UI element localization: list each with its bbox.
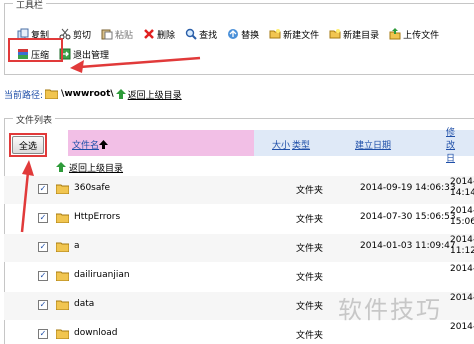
row-checkbox[interactable]: ✓ bbox=[38, 271, 48, 281]
table-row[interactable]: ✓ HttpErrors 文件夹 2014-07-30 15:06:53 201… bbox=[4, 205, 474, 233]
path-up-link[interactable]: 返回上级目录 bbox=[128, 88, 182, 101]
file-created: 2014-07-30 15:06:53 bbox=[360, 212, 456, 222]
up-directory-row[interactable]: 返回上级目录 bbox=[56, 160, 123, 174]
file-type: 文件夹 bbox=[296, 331, 324, 341]
replace-label: 替换 bbox=[241, 30, 260, 41]
file-name: download bbox=[74, 328, 118, 338]
paste-label: 粘贴 bbox=[115, 30, 134, 41]
file-modified-time: 15:06: bbox=[450, 217, 474, 227]
path-label: 当前路径: bbox=[4, 90, 44, 101]
file-type: 文件夹 bbox=[296, 302, 324, 312]
toolbar-legend: 工具栏 bbox=[13, 0, 47, 11]
new-folder-button[interactable]: 新建目录 bbox=[329, 28, 379, 41]
file-modified-date: 2014- bbox=[450, 177, 474, 187]
file-modified: 2014- bbox=[450, 293, 474, 304]
file-created: 2014-01-03 11:09:47 bbox=[360, 241, 456, 251]
sort-arrow-icon bbox=[99, 139, 109, 149]
upload-icon bbox=[389, 28, 401, 40]
file-modified-date: 2014- bbox=[450, 293, 474, 303]
up-arrow-icon bbox=[56, 162, 66, 172]
delete-x-icon bbox=[143, 28, 155, 40]
replace-icon bbox=[227, 28, 239, 40]
logout-button[interactable]: 退出管理 bbox=[59, 48, 109, 61]
cut-label: 剪切 bbox=[73, 30, 92, 41]
search-button[interactable]: 查找 bbox=[185, 28, 217, 41]
table-row[interactable]: ✓ 360safe 文件夹 2014-09-19 14:06:33 2014- 1… bbox=[4, 176, 474, 204]
toolbar-row-1: 复制 剪切 粘贴 删除 查找 替换 新建文件 新建目录 上传文件 bbox=[17, 26, 449, 42]
file-created: 2014-09-19 14:06:33 bbox=[360, 183, 456, 193]
watermark: 软件技巧 bbox=[338, 296, 442, 324]
file-modified-date: 2014- bbox=[450, 264, 474, 274]
folder-icon bbox=[56, 329, 69, 339]
compress-highlight-box bbox=[8, 38, 63, 62]
paste-icon bbox=[101, 28, 113, 40]
file-table-header: 文件名 大小 类型 建立日期 修改日 bbox=[0, 128, 460, 164]
table-row[interactable]: ✓ dailiruanjian 文件夹 2014- bbox=[4, 263, 474, 291]
path-root: \wwwroot\ bbox=[61, 89, 114, 99]
logout-label: 退出管理 bbox=[73, 50, 110, 61]
new-folder-label: 新建目录 bbox=[343, 30, 380, 41]
paste-button[interactable]: 粘贴 bbox=[101, 28, 133, 41]
col-name[interactable]: 文件名 bbox=[72, 132, 109, 156]
upload-button[interactable]: 上传文件 bbox=[389, 28, 439, 41]
col-modified[interactable]: 修改日 bbox=[446, 128, 460, 164]
new-file-icon bbox=[269, 28, 281, 40]
file-modified-time: 14:14: bbox=[450, 188, 474, 198]
cut-button[interactable]: 剪切 bbox=[59, 28, 91, 41]
file-type: 文件夹 bbox=[296, 186, 324, 196]
file-modified: 2014-14:14: bbox=[450, 177, 474, 199]
file-name: dailiruanjian bbox=[74, 270, 130, 280]
col-created[interactable]: 建立日期 bbox=[355, 132, 391, 156]
file-modified-date: 2014- bbox=[450, 235, 474, 245]
new-folder-icon bbox=[329, 28, 341, 40]
file-modified: 2014- bbox=[450, 322, 474, 333]
up-arrow-icon bbox=[115, 89, 126, 99]
search-label: 查找 bbox=[199, 30, 218, 41]
file-type: 文件夹 bbox=[296, 244, 324, 254]
file-modified-date: 2014- bbox=[450, 206, 474, 216]
folder-icon bbox=[56, 213, 69, 223]
file-modified: 2014-11:12: bbox=[450, 235, 474, 257]
folder-icon bbox=[56, 242, 69, 252]
col-size[interactable]: 大小 bbox=[272, 132, 290, 156]
col-type[interactable]: 类型 bbox=[292, 132, 310, 156]
file-type: 文件夹 bbox=[296, 215, 324, 225]
file-type: 文件夹 bbox=[296, 273, 324, 283]
delete-button[interactable]: 删除 bbox=[143, 28, 175, 41]
folder-icon bbox=[56, 184, 69, 194]
row-checkbox[interactable]: ✓ bbox=[38, 242, 48, 252]
file-name: data bbox=[74, 299, 95, 309]
delete-label: 删除 bbox=[157, 30, 176, 41]
col-name-label: 文件名 bbox=[72, 140, 100, 151]
file-modified: 2014- bbox=[450, 264, 474, 275]
row-checkbox[interactable]: ✓ bbox=[38, 300, 48, 310]
up-directory-label: 返回上级目录 bbox=[69, 163, 124, 174]
file-modified: 2014-15:06: bbox=[450, 206, 474, 228]
file-modified-date: 2014- bbox=[450, 322, 474, 332]
file-name: 360safe bbox=[74, 183, 111, 193]
file-name: a bbox=[74, 241, 80, 251]
folder-icon bbox=[45, 89, 59, 99]
row-checkbox[interactable]: ✓ bbox=[38, 184, 48, 194]
toolbar-group: 工具栏 复制 剪切 粘贴 删除 查找 替换 新建文件 新建目录 上传文件 压缩 … bbox=[4, 0, 474, 75]
select-all-highlight-box bbox=[9, 133, 47, 157]
folder-icon bbox=[56, 300, 69, 310]
search-icon bbox=[185, 28, 197, 40]
file-name: HttpErrors bbox=[74, 212, 121, 222]
upload-label: 上传文件 bbox=[403, 30, 440, 41]
new-file-button[interactable]: 新建文件 bbox=[269, 28, 319, 41]
replace-button[interactable]: 替换 bbox=[227, 28, 259, 41]
new-file-label: 新建文件 bbox=[283, 30, 320, 41]
current-path: 当前路径: \wwwroot\ 返回上级目录 bbox=[4, 87, 182, 101]
row-checkbox[interactable]: ✓ bbox=[38, 329, 48, 339]
folder-icon bbox=[56, 271, 69, 281]
files-legend: 文件列表 bbox=[13, 113, 56, 126]
row-checkbox[interactable]: ✓ bbox=[38, 213, 48, 223]
file-modified-time: 11:12: bbox=[450, 246, 474, 256]
table-row[interactable]: ✓ a 文件夹 2014-01-03 11:09:47 2014-11:12: bbox=[4, 234, 474, 262]
